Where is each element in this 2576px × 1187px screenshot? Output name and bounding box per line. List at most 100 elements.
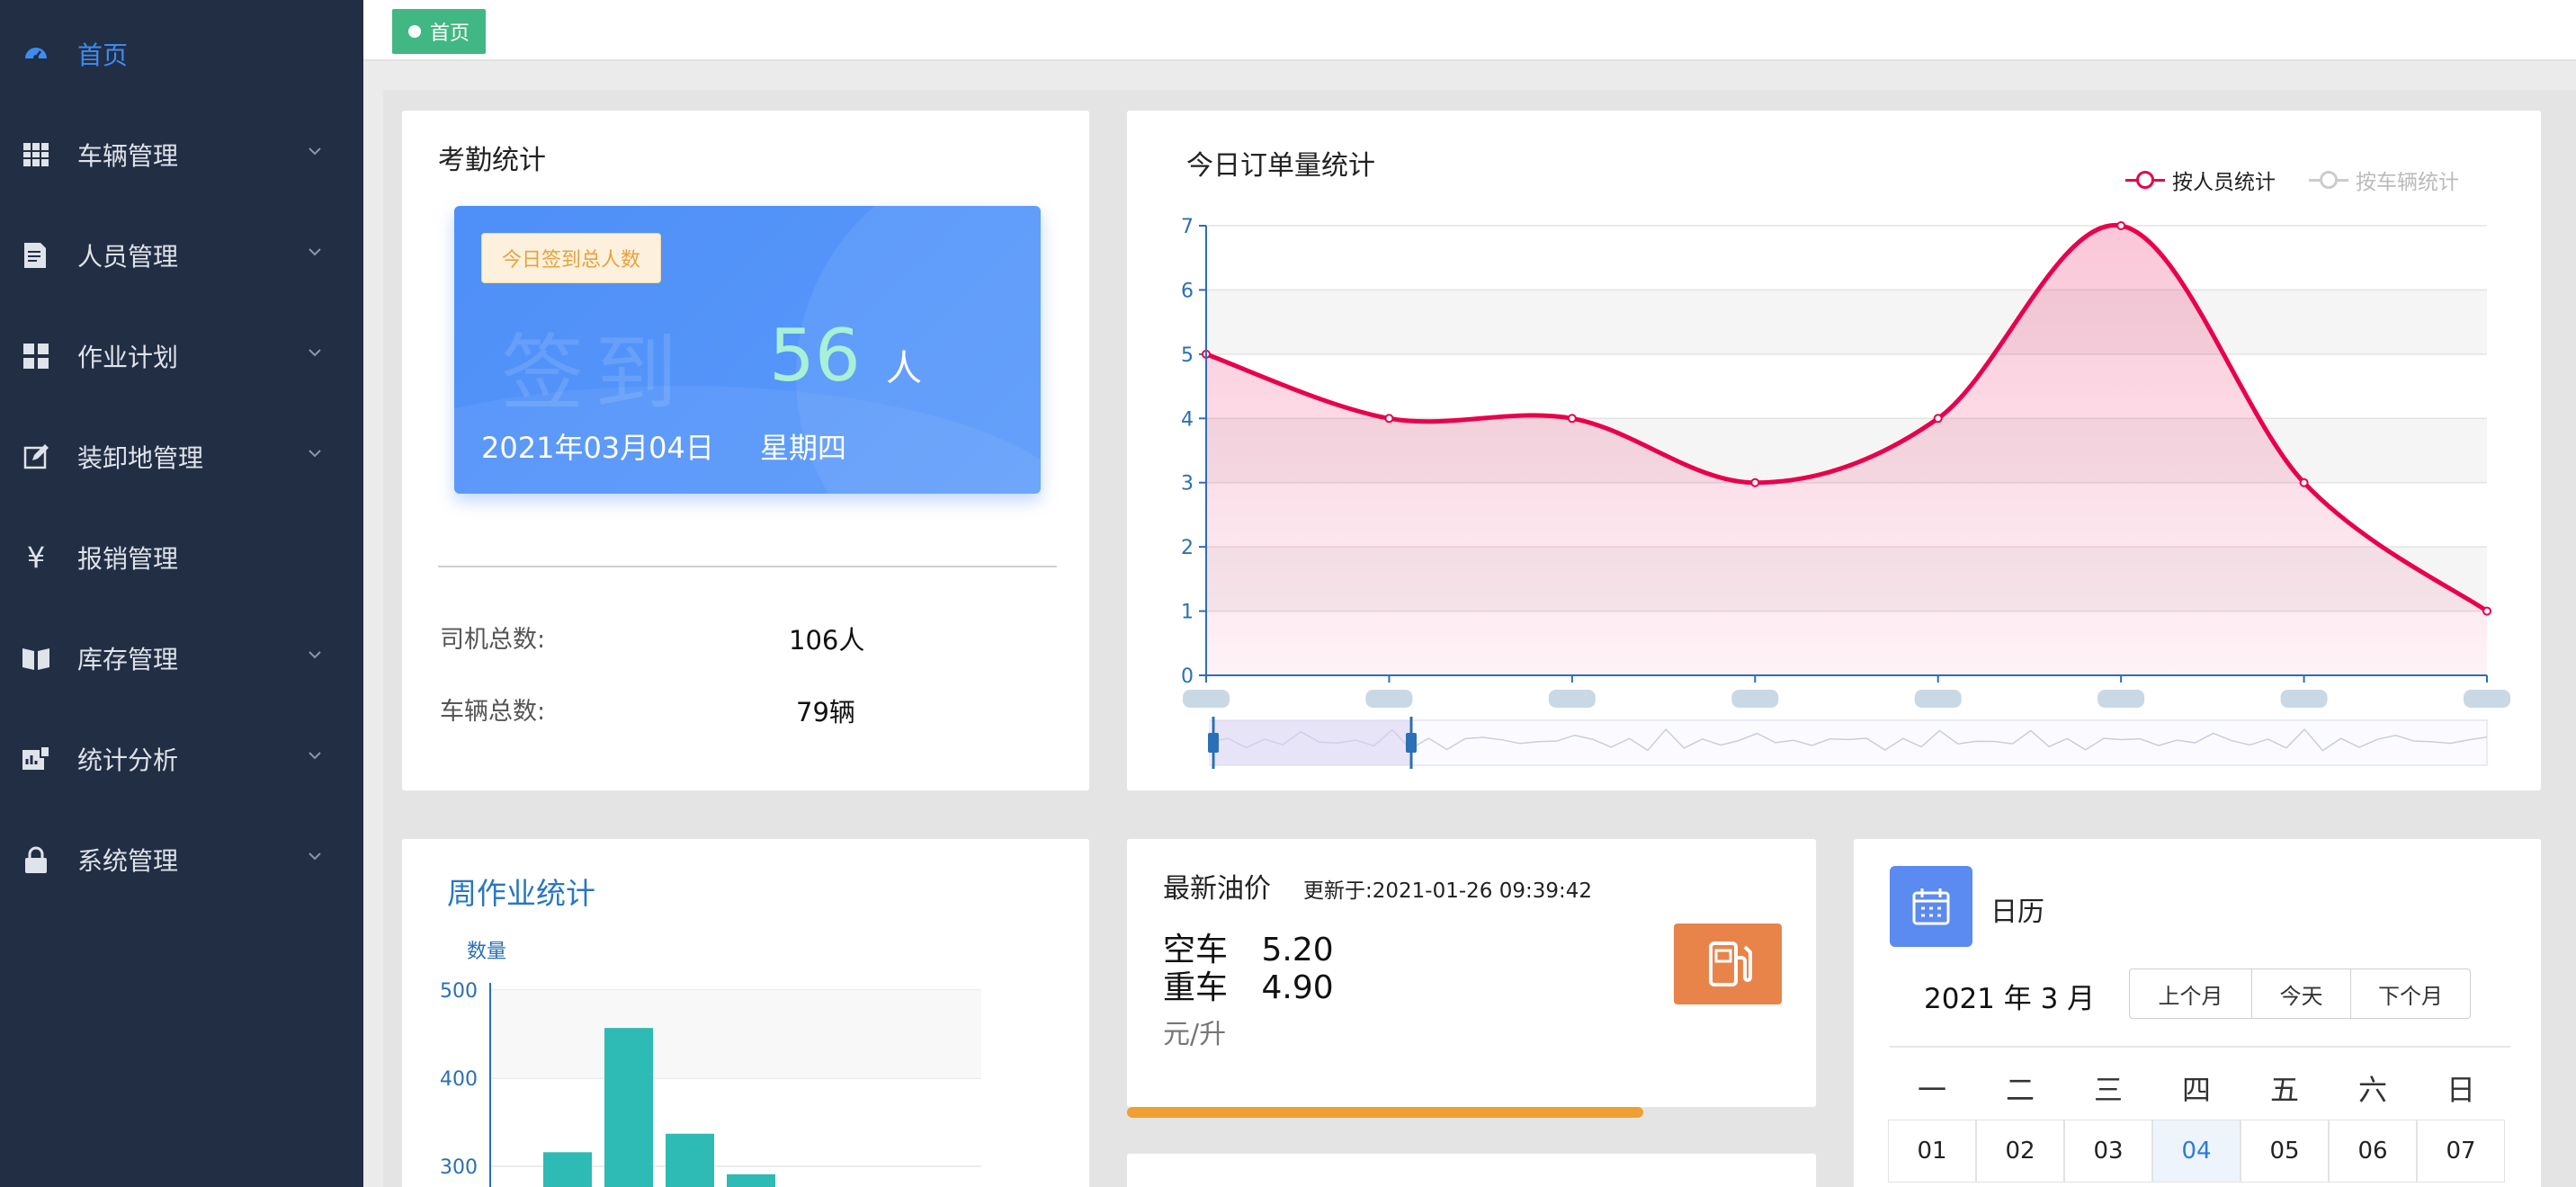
prev-month-button[interactable]: 上个月 [2130,969,2252,1018]
orders-chart-card: 今日订单量统计 按人员统计 按车辆统计 01234567 [1126,110,2542,791]
data-point [2299,477,2309,487]
y-tick-label: 300 [440,1156,478,1179]
chevron-down-icon [309,147,321,156]
apps-grid-icon [22,342,50,370]
yen-icon: ¥ [26,540,46,575]
app-root: 首页 车辆管理 人员管理 作业计划 装卸地管理 ¥ 报销管理 库存管理 统计分析… [0,0,2576,1187]
x-tick-label-blurred [1183,690,1230,708]
sidebar-item-system[interactable]: 系统管理 [0,809,363,910]
sidebar-item-label: 首页 [77,40,129,70]
bar [666,1133,714,1187]
x-tick-label-blurred [1731,690,1779,708]
weekday-header: 六 [2357,1073,2387,1107]
weekday-header: 一 [1917,1073,1946,1107]
weekly-chart-card: 周作业统计 数量 300 400 500 [401,838,1090,1187]
active-dot-icon [408,25,421,38]
sidebar-item-home[interactable]: 首页 [0,4,363,104]
sidebar-item-personnel[interactable]: 人员管理 [0,205,363,306]
y-tick-label: 7 [1181,216,1194,238]
task-reminder-card [1126,1153,1817,1187]
chevron-down-icon [309,752,321,760]
signin-unit: 人 [886,348,922,389]
chevron-down-icon [309,248,321,256]
chevron-down-icon [309,852,321,861]
chevron-down-icon [309,651,321,659]
sidebar-item-inventory[interactable]: 库存管理 [0,608,363,709]
book-icon [22,644,50,673]
oil-loaded-price: 4.90 [1261,969,1334,1006]
calendar-title: 日历 [1990,897,2044,928]
y-tick-label: 400 [440,1068,478,1091]
weekly-bar-chart: 数量 300 400 500 [440,941,981,1187]
chart-report-icon [22,745,50,773]
zoom-handle-grip [1406,733,1417,753]
y-tick-label: 3 [1181,473,1194,495]
weekday-header: 三 [2093,1073,2123,1107]
sidebar-item-label: 作业计划 [77,343,179,372]
sidebar-item-analytics[interactable]: 统计分析 [0,709,363,809]
oil-unit: 元/升 [1163,1019,1227,1050]
data-point [2482,606,2491,616]
x-tick-label-blurred [1548,690,1596,708]
next-month-button[interactable]: 下个月 [2351,969,2470,1018]
calendar-icon [1890,866,1972,947]
today-button[interactable]: 今天 [2252,969,2351,1018]
calendar-day[interactable]: 02 [1976,1120,2064,1183]
divider [438,566,1057,567]
y-tick-label: 4 [1181,408,1194,431]
x-tick-label-blurred [2464,690,2510,708]
signin-date: 2021年03月04日 [481,431,714,465]
signin-count: 56 [769,314,861,397]
calendar-day[interactable]: 01 [1888,1120,1976,1183]
dashboard-icon [22,40,50,68]
data-point [1567,414,1577,424]
y-tick-label: 2 [1181,537,1194,559]
calendar-month: 2021 年 3 月 [1924,983,2096,1015]
calendar-day[interactable]: 05 [2241,1120,2329,1183]
data-point [1933,414,1943,424]
weekday-header: 二 [2005,1073,2035,1107]
chevron-down-icon [309,349,321,357]
bar [543,1152,592,1187]
bar [604,1028,653,1187]
y-tick-label: 500 [440,980,478,1003]
chevron-down-icon [309,450,321,458]
sidebar-item-label: 报销管理 [77,544,179,574]
calendar-day[interactable]: 07 [2417,1120,2505,1183]
weekday-header: 日 [2446,1073,2475,1107]
oil-updated-time: 更新于:2021-01-26 09:39:42 [1303,879,1593,903]
data-point [1750,477,1760,487]
lock-icon [22,845,50,874]
tab-home[interactable]: 首页 [392,9,487,54]
tab-bar: 首页 [363,0,2576,61]
signin-weekday: 星期四 [760,431,847,465]
attendance-card: 考勤统计 签到 今日签到总人数 56 人 2021年03月04日 星期四 司机总… [401,110,1090,791]
y-tick-label: 5 [1181,344,1194,367]
x-tick-label-blurred [2280,690,2328,708]
y-tick-label: 0 [1181,665,1194,688]
calendar-day[interactable]: 06 [2329,1120,2417,1183]
driver-total-value: 106人 [789,625,865,656]
oil-price-card: 最新油价 更新于:2021-01-26 09:39:42 空车 5.20 重车 … [1126,838,1817,1118]
grid-table-icon [22,140,50,169]
calendar-card: 日历 2021 年 3 月 上个月 今天 下个月 一 二 三 四 五 六 日 0… [1853,838,2542,1187]
sidebar-item-plans[interactable]: 作业计划 [0,306,363,406]
zoom-handle-grip [1208,733,1219,753]
calendar-day[interactable]: 03 [2064,1120,2152,1183]
x-tick-label-blurred [1365,690,1413,708]
signin-badge: 今日签到总人数 [481,233,662,283]
weekday-header: 四 [2181,1073,2211,1107]
sidebar-item-loading-sites[interactable]: 装卸地管理 [0,406,363,507]
vehicle-total-label: 车辆总数: [440,698,546,726]
calendar-day-today[interactable]: 04 [2152,1120,2241,1183]
oil-progress-bar [1127,1107,1644,1118]
driver-total-label: 司机总数: [440,626,546,654]
calendar-nav: 上个月 今天 下个月 [2129,968,2471,1019]
data-point [2116,221,2126,230]
y-tick-label: 6 [1181,280,1194,302]
sidebar-item-vehicles[interactable]: 车辆管理 [0,104,363,205]
sidebar-item-reimbursement[interactable]: ¥ 报销管理 [0,507,363,608]
y-axis-title: 数量 [467,941,506,963]
tab-home-label: 首页 [430,22,470,45]
y-tick-label: 1 [1181,602,1194,624]
